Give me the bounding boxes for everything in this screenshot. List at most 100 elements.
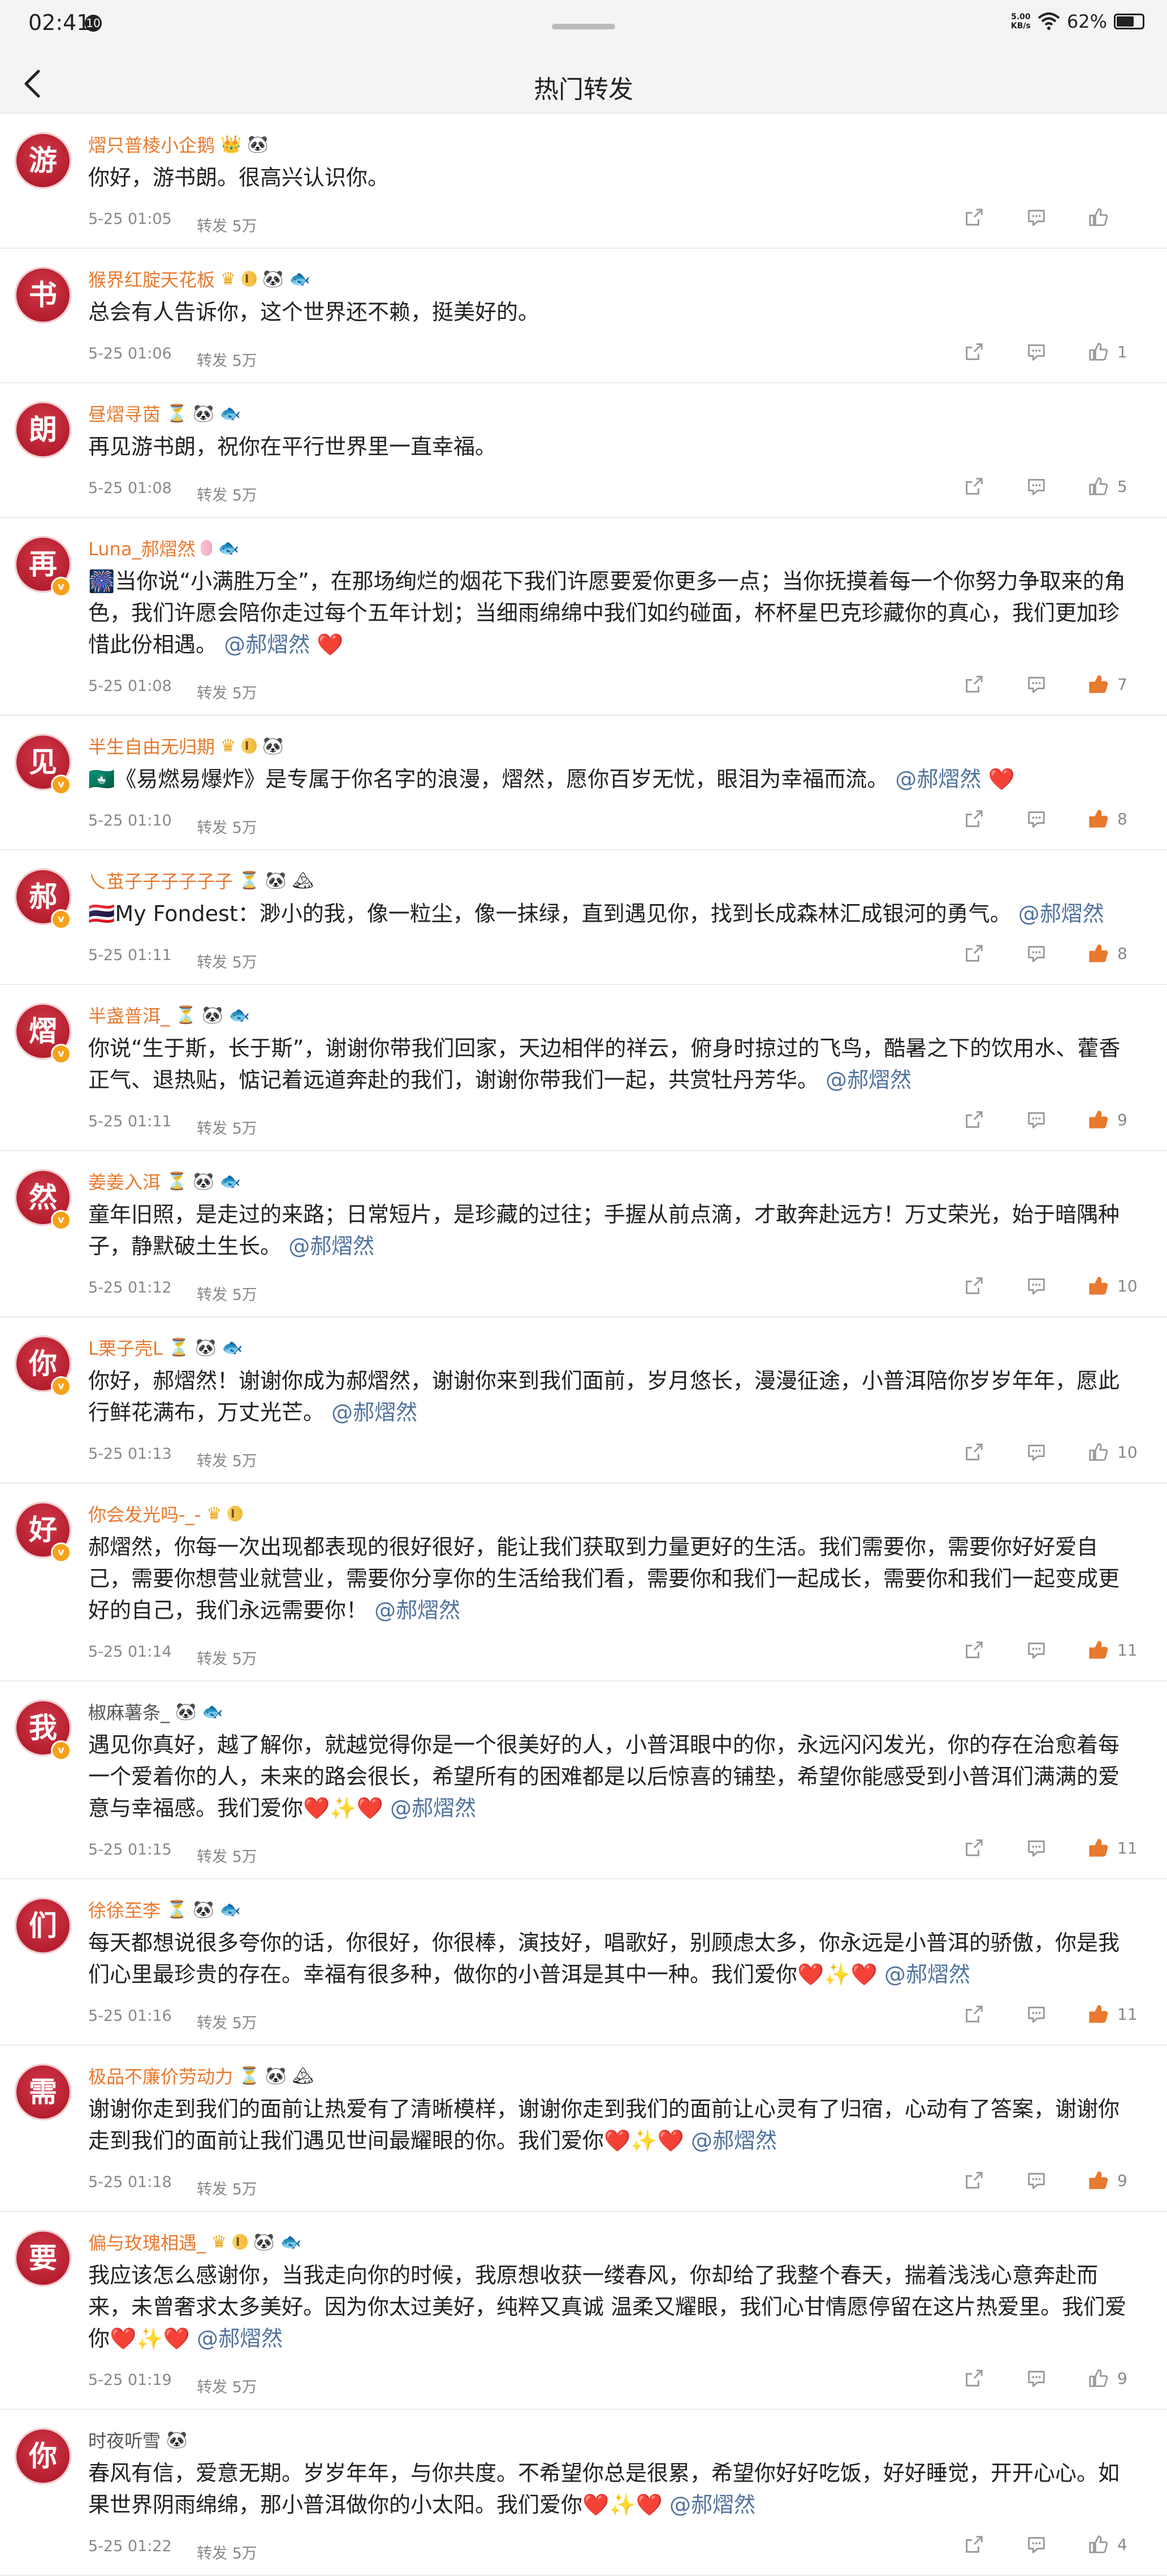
mention-link[interactable]: @郝熠然 — [663, 2492, 755, 2517]
repost-item[interactable]: 熠 v 半盏普洱_ ⏳ 🐼 🐟 你说“生于斯，长于斯”，谢谢你带我们回家，天边相伴的祥云，俯… — [0, 985, 1167, 1151]
comment-icon[interactable] — [1026, 2367, 1048, 2389]
mention-link[interactable]: @郝熠然 — [217, 632, 310, 657]
like-icon[interactable]: 9 — [1088, 2367, 1144, 2389]
repost-item[interactable]: 你 v L栗子壳L ⏳ 🐼 🐟 你好，郝熠然！谢谢你成为郝熠然，谢谢你来到我们面前，岁月悠长… — [0, 1317, 1167, 1484]
like-icon[interactable]: 5 — [1088, 475, 1144, 498]
mention-link[interactable]: @郝熠然 — [282, 1234, 374, 1259]
share-icon[interactable] — [963, 1836, 986, 1859]
avatar[interactable]: 游 — [15, 132, 71, 189]
share-icon[interactable] — [963, 1108, 986, 1131]
post-text: 你说“生于斯，长于斯”，谢谢你带我们回家，天边相伴的祥云，俯身时掠过的飞鸟，酷暑… — [88, 1036, 1121, 1092]
repost-item[interactable]: 们徐徐至李 ⏳ 🐼 🐟 每天都想说很多夸你的话，你很好，你很棒，演技好，唱歌好，别顾虑太… — [0, 1879, 1167, 2046]
username[interactable]: 半生自由无归期 — [88, 733, 215, 759]
like-icon[interactable]: 8 — [1088, 807, 1144, 830]
username[interactable]: 熠只普棱小企鹅 — [88, 131, 215, 157]
repost-item[interactable]: 郝 v 乀茧子子子子子子 ⏳ 🐼 🏔 🇹🇭My Fondest：渺小的我，像一粒尘，像一抹绿… — [0, 850, 1167, 985]
share-icon[interactable] — [963, 2169, 986, 2192]
repost-item[interactable]: 再 v Luna_郝熠然 🐟 🎆当你说“小满胜万全”，在那场绚烂的烟花下我们许愿要爱你… — [0, 518, 1167, 716]
like-icon[interactable]: 11 — [1088, 2003, 1144, 2025]
like-icon[interactable]: 10 — [1088, 1441, 1144, 1463]
like-icon[interactable] — [1088, 206, 1144, 228]
like-icon[interactable]: 10 — [1088, 1274, 1144, 1297]
mention-link[interactable]: @郝熠然 — [383, 1796, 476, 1821]
username[interactable]: 猴界红腚天花板 — [88, 266, 215, 292]
username[interactable]: 乀茧子子子子子子 — [88, 867, 233, 893]
comment-icon[interactable] — [1026, 1274, 1048, 1297]
mention-link[interactable]: @郝熠然 — [684, 2128, 777, 2153]
like-icon[interactable]: 7 — [1088, 673, 1144, 695]
share-icon[interactable] — [963, 2367, 986, 2389]
comment-icon[interactable] — [1026, 1441, 1048, 1463]
like-icon[interactable]: 9 — [1088, 1108, 1144, 1131]
comment-icon[interactable] — [1026, 807, 1048, 830]
mention-link[interactable]: @郝熠然 — [1012, 901, 1104, 926]
username[interactable]: 你会发光吗-_- — [88, 1501, 201, 1527]
share-icon[interactable] — [963, 2003, 986, 2025]
medal-icon: 🐼 — [195, 1337, 217, 1358]
share-icon[interactable] — [963, 807, 986, 830]
repost-item[interactable]: 你时夜听雪 🐼 春风有信，爱意无期。岁岁年年，与你共度。不希望你总是很累，希望你好好… — [0, 2410, 1167, 2576]
repost-item[interactable]: 朗昼熠寻茵 ⏳ 🐼 🐟 再见游书朗，祝你在平行世界里一直幸福。 5-25 01:08 转发 … — [0, 383, 1167, 518]
comment-icon[interactable] — [1026, 340, 1048, 363]
medal-icon: 🐼 — [193, 1899, 214, 1920]
repost-item[interactable]: 好 v 你会发光吗-_- ♛ I 郝熠然，你每一次出现都表现的很好很好，能让我们获取到力量… — [0, 1484, 1167, 1682]
repost-item[interactable]: 游熠只普棱小企鹅 👑 🐼 你好，游书朗。很高兴认识你。 5-25 01:05 转发 5万 — [0, 114, 1167, 249]
avatar[interactable]: 需 — [15, 2064, 71, 2120]
comment-icon[interactable] — [1026, 1639, 1048, 1661]
avatar[interactable]: 要 — [15, 2230, 71, 2287]
repost-item[interactable]: 需极品不廉价劳动力 ⏳ 🐼 🏔 谢谢你走到我们的面前让热爱有了清晰模样，谢谢你走到我们的… — [0, 2046, 1167, 2212]
comment-icon[interactable] — [1026, 2533, 1048, 2556]
avatar[interactable]: 们 — [15, 1898, 71, 1954]
comment-icon[interactable] — [1026, 942, 1048, 965]
repost-item[interactable]: 然 v 姜姜入洱 ⏳ 🐼 🐟 童年旧照，是走过的来路；日常短片，是珍藏的过往；手握从前点滴，… — [0, 1151, 1167, 1317]
like-icon[interactable]: 9 — [1088, 2169, 1144, 2192]
drag-handle[interactable] — [552, 24, 615, 29]
like-icon[interactable]: 11 — [1088, 1836, 1144, 1859]
repost-item[interactable]: 我 v 椒麻薯条_ 🐼 🐟 遇见你真好，越了解你，就越觉得你是一个很美好的人，小普洱眼中的… — [0, 1682, 1167, 1879]
share-icon[interactable] — [963, 475, 986, 498]
mention-link[interactable]: @郝熠然 — [368, 1598, 460, 1623]
mention-link[interactable]: @郝熠然 — [190, 2326, 283, 2351]
like-icon[interactable]: 1 — [1088, 340, 1144, 363]
repost-item[interactable]: 书猴界红腚天花板 ♛ I 🐼 🐟 总会有人告诉你，这个世界还不赖，挺美好的。 5-25 01… — [0, 249, 1167, 383]
like-icon[interactable]: 4 — [1088, 2533, 1144, 2556]
share-icon[interactable] — [963, 942, 986, 965]
share-icon[interactable] — [963, 1639, 986, 1661]
share-icon[interactable] — [963, 206, 986, 228]
username[interactable]: 徐徐至李 — [88, 1896, 161, 1922]
share-icon[interactable] — [963, 673, 986, 695]
mention-link[interactable]: @郝熠然 — [325, 1400, 417, 1425]
username[interactable]: 极品不廉价劳动力 — [88, 2063, 233, 2089]
avatar[interactable]: 书 — [15, 267, 71, 323]
username[interactable]: 时夜听雪 — [88, 2427, 161, 2453]
comment-icon[interactable] — [1026, 1836, 1048, 1859]
username[interactable]: 半盏普洱_ — [88, 1002, 170, 1028]
username[interactable]: Luna_郝熠然 — [88, 535, 195, 561]
share-icon[interactable] — [963, 2533, 986, 2556]
comment-icon[interactable] — [1026, 2003, 1048, 2025]
username[interactable]: 姜姜入洱 — [88, 1168, 161, 1194]
comment-icon[interactable] — [1026, 2169, 1048, 2192]
share-icon[interactable] — [963, 340, 986, 363]
like-icon[interactable]: 11 — [1088, 1639, 1144, 1661]
comment-icon[interactable] — [1026, 475, 1048, 498]
like-icon[interactable]: 8 — [1088, 942, 1144, 965]
mention-link[interactable]: @郝熠然 — [878, 1962, 970, 1987]
medal-icon: 🐼 — [262, 269, 284, 289]
share-icon[interactable] — [963, 1441, 986, 1463]
username[interactable]: 椒麻薯条_ — [88, 1698, 170, 1724]
comment-icon[interactable] — [1026, 1108, 1048, 1131]
username[interactable]: 偏与玫瑰相遇_ — [88, 2229, 206, 2255]
repost-item[interactable]: 见 v 半生自由无归期 ♛ I 🐼 🇲🇴《易燃易爆炸》是专属于你名字的浪漫，熠然，愿你百岁无… — [0, 716, 1167, 850]
mention-link[interactable]: @郝熠然 — [819, 1067, 911, 1092]
mention-link[interactable]: @郝熠然 — [888, 767, 981, 792]
comment-icon[interactable] — [1026, 206, 1048, 228]
share-icon[interactable] — [963, 1274, 986, 1297]
repost-item[interactable]: 要偏与玫瑰相遇_ ♛ I 🐼 🐟 我应该怎么感谢你，当我走向你的时候，我原想收获一缕春风，… — [0, 2212, 1167, 2410]
avatar[interactable]: 你 — [15, 2428, 71, 2484]
comment-icon[interactable] — [1026, 673, 1048, 695]
avatar[interactable]: 朗 — [15, 401, 71, 458]
username[interactable]: L栗子壳L — [88, 1334, 163, 1360]
username[interactable]: 昼熠寻茵 — [88, 400, 161, 426]
medal-icon: ⏳ — [166, 1171, 188, 1191]
